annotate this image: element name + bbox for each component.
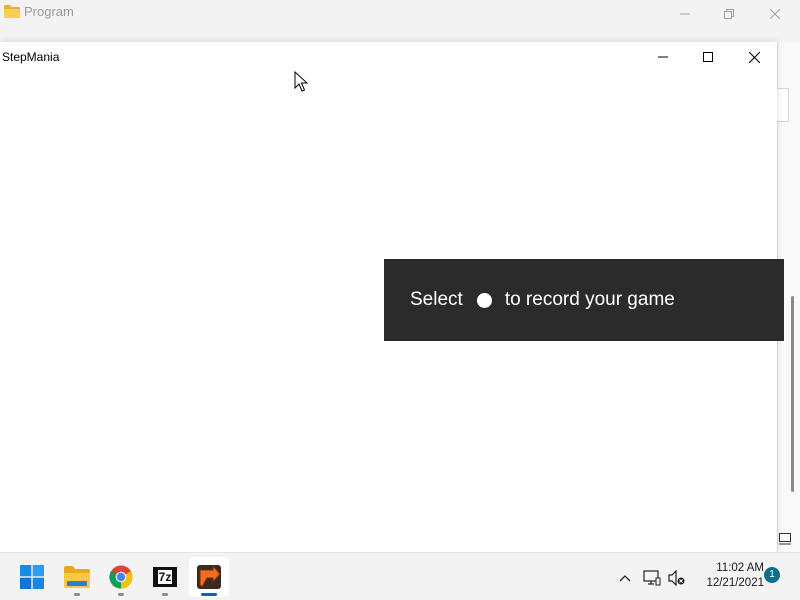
taskbar-chrome[interactable] [101, 557, 141, 597]
maximize-button[interactable] [685, 42, 731, 72]
background-minimize-button[interactable] [662, 0, 708, 28]
taskbar-stepmania[interactable] [189, 557, 229, 597]
file-explorer-icon [64, 566, 90, 588]
minimize-button[interactable] [640, 42, 686, 72]
running-indicator [118, 593, 124, 596]
7zip-icon: 7z [153, 567, 177, 587]
windows-start-icon [20, 565, 44, 589]
clock-time: 11:02 AM [716, 562, 764, 574]
desktop-screen: Program StepMania Select to record your … [0, 0, 800, 600]
close-icon [748, 51, 760, 63]
volume-muted-icon [668, 570, 685, 586]
chevron-up-icon [619, 575, 631, 582]
close-button[interactable] [731, 42, 777, 72]
maximize-icon [703, 52, 713, 62]
7zip-label: 7z [157, 570, 173, 584]
background-close-button[interactable] [752, 0, 798, 28]
window-title: StepMania [2, 50, 60, 64]
details-view-icon[interactable] [779, 533, 791, 545]
minimize-icon [680, 13, 690, 15]
background-search-box[interactable] [777, 88, 789, 122]
running-indicator [74, 593, 80, 596]
show-hidden-icons-button[interactable] [616, 569, 634, 587]
active-indicator [201, 593, 217, 596]
folder-icon [4, 5, 20, 18]
background-restore-button[interactable] [706, 0, 752, 28]
toast-text-record: to record your game [504, 289, 675, 310]
notification-badge[interactable]: 1 [764, 567, 780, 583]
minimize-icon [658, 56, 668, 58]
close-icon [770, 9, 780, 19]
background-scrollbar-thumb[interactable] [791, 296, 794, 492]
toast-text-select: Select [410, 289, 463, 310]
restore-icon [724, 9, 734, 19]
clock-date: 12/21/2021 [706, 577, 764, 589]
background-window-titlebar[interactable]: Program [0, 0, 800, 42]
background-window-title: Program [24, 4, 74, 19]
chrome-icon [109, 565, 133, 589]
taskbar-file-explorer[interactable] [57, 557, 97, 597]
mouse-cursor-icon [294, 71, 308, 92]
network-button[interactable] [643, 569, 661, 587]
clock[interactable]: 11:02 AM 12/21/2021 [694, 561, 764, 591]
taskbar-7zip[interactable]: 7z [145, 557, 185, 597]
running-indicator [162, 593, 168, 596]
network-icon [643, 570, 661, 586]
stepmania-icon [197, 565, 221, 589]
start-button[interactable] [12, 557, 52, 597]
record-icon [476, 292, 492, 308]
volume-button[interactable] [668, 569, 686, 587]
record-game-toast[interactable]: Select to record your game [384, 259, 784, 341]
stepmania-titlebar[interactable]: StepMania [0, 42, 777, 72]
taskbar: 7z 11:02 AM 12/21/2021 [0, 552, 800, 600]
